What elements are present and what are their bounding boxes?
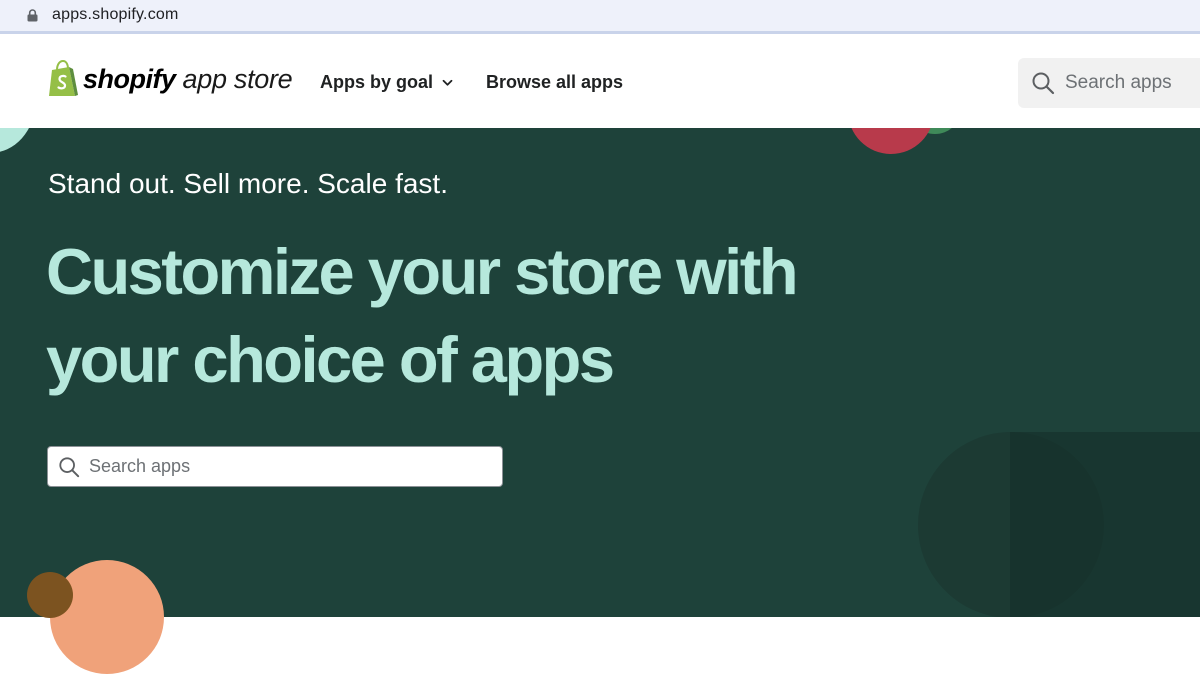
chevron-down-icon <box>442 79 453 86</box>
browser-address-bar: apps.shopify.com <box>0 0 1200 34</box>
shopify-app-store-logo[interactable]: shopify app store <box>47 59 293 99</box>
decorative-circle <box>27 572 73 618</box>
logo-brand-text: shopify <box>83 63 176 94</box>
header-search-placeholder: Search apps <box>1065 72 1172 93</box>
hero-headline: Customize your store with your choice of… <box>46 228 846 404</box>
header-search-input[interactable]: Search apps <box>1018 58 1200 108</box>
logo-product-text: app store <box>182 63 293 94</box>
hero-section: Stand out. Sell more. Scale fast. Custom… <box>0 128 1200 617</box>
search-icon <box>1032 72 1055 95</box>
nav-browse-all-apps[interactable]: Browse all apps <box>486 72 623 93</box>
hero-tagline: Stand out. Sell more. Scale fast. <box>48 168 448 199</box>
decorative-circle <box>0 128 35 153</box>
decorative-circle <box>50 560 164 674</box>
address-field[interactable]: apps.shopify.com <box>0 0 1200 31</box>
nav-apps-by-goal[interactable]: Apps by goal <box>320 72 453 93</box>
decorative-panel <box>1010 432 1200 617</box>
hero-search-input[interactable]: Search apps <box>47 446 503 487</box>
shopify-bag-icon <box>49 60 78 96</box>
url-text: apps.shopify.com <box>52 6 179 23</box>
search-icon <box>59 456 80 477</box>
nav-browse-all-apps-label: Browse all apps <box>486 72 624 92</box>
hero-headline-line-1: Customize your store with <box>46 235 799 308</box>
nav-apps-by-goal-label: Apps by goal <box>320 72 434 92</box>
site-header: shopify app store Apps by goal Browse al… <box>0 37 1200 128</box>
lock-icon <box>27 9 38 22</box>
hero-search-placeholder: Search apps <box>89 456 191 476</box>
decorative-circle <box>848 128 934 154</box>
hero-headline-line-2: your choice of apps <box>46 323 615 396</box>
